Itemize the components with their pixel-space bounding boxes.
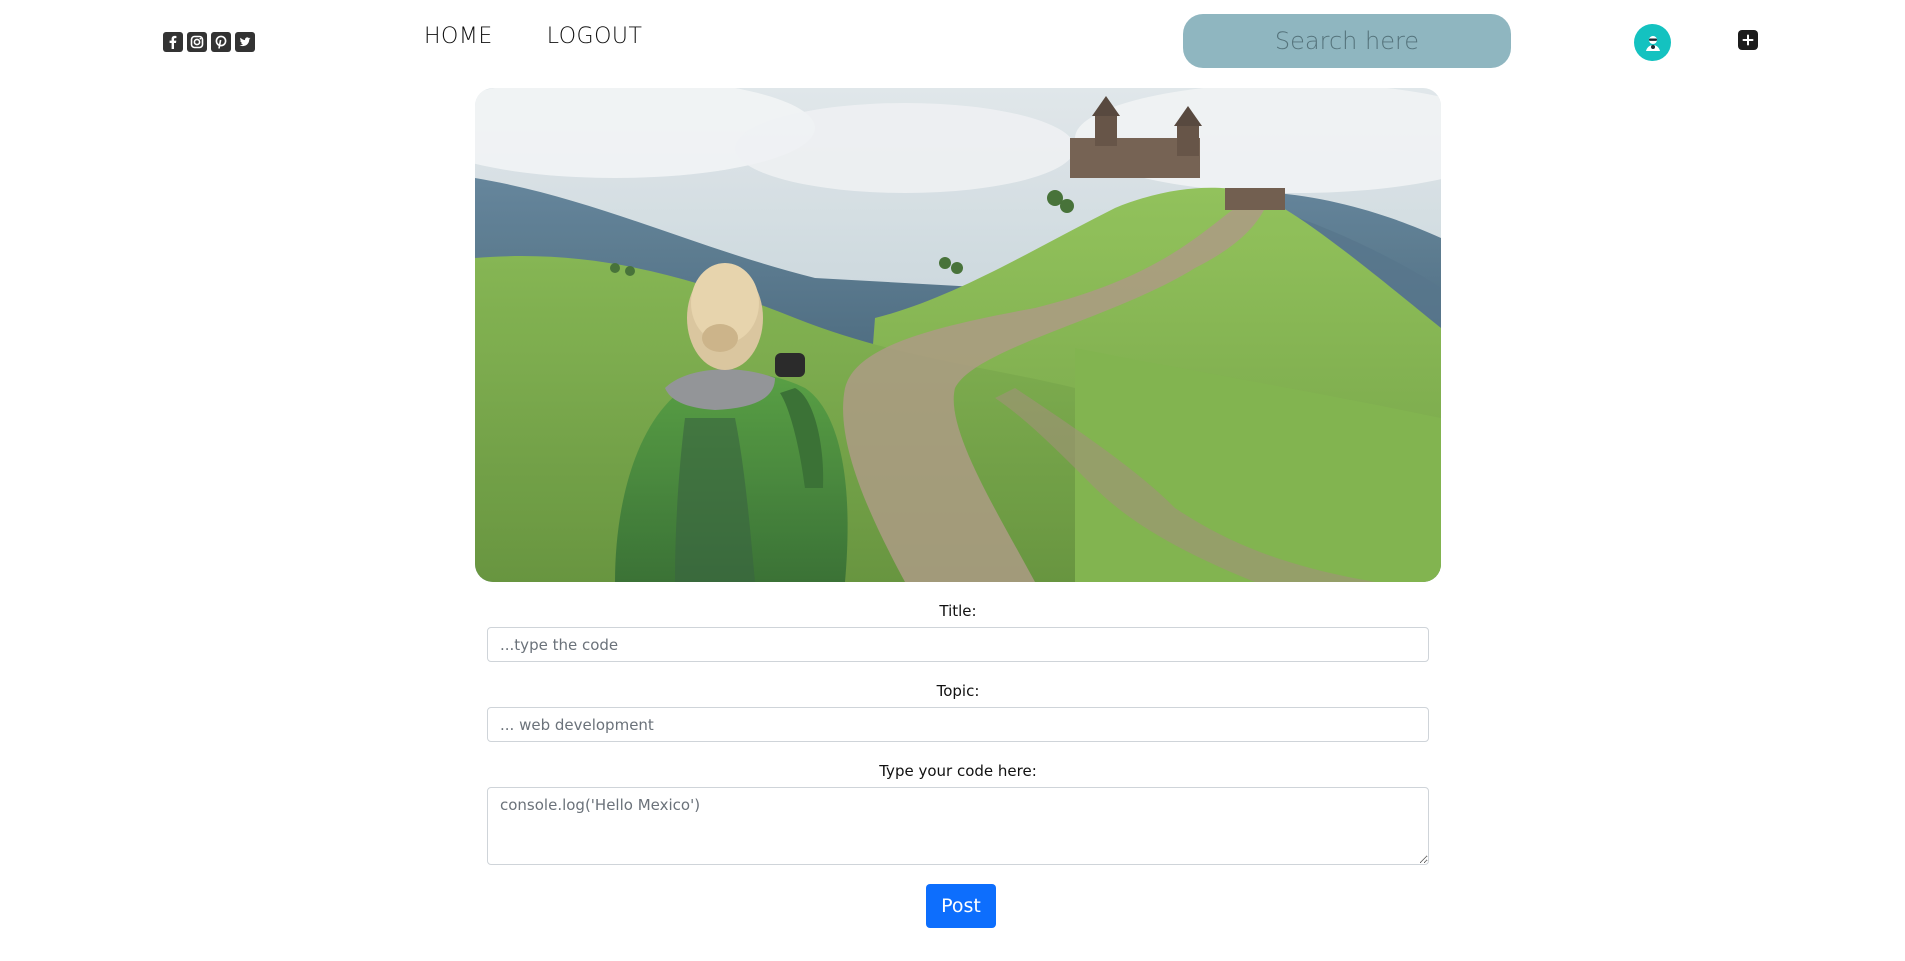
user-avatar-icon (1645, 35, 1660, 51)
title-label: Title: (939, 602, 977, 620)
code-textarea[interactable] (487, 787, 1429, 865)
add-post-button[interactable] (1738, 30, 1758, 50)
code-label: Type your code here: (879, 762, 1037, 780)
nav-home-link[interactable]: HOME (424, 24, 493, 49)
social-links (163, 32, 255, 52)
pinterest-icon[interactable] (211, 32, 231, 52)
main-nav: HOME LOGOUT (424, 24, 642, 49)
post-button[interactable]: Post (926, 884, 996, 928)
plus-icon (1742, 34, 1754, 46)
facebook-icon[interactable] (163, 32, 183, 52)
post-form: Title: Topic: Type your code here: (487, 600, 1429, 865)
topic-label: Topic: (936, 682, 980, 700)
title-input[interactable] (487, 627, 1429, 662)
hero-image (475, 88, 1441, 582)
nav-logout-link[interactable]: LOGOUT (547, 24, 643, 49)
top-navbar: HOME LOGOUT (0, 0, 1905, 82)
twitter-icon[interactable] (235, 32, 255, 52)
search-input[interactable] (1183, 14, 1511, 68)
instagram-icon[interactable] (187, 32, 207, 52)
avatar[interactable] (1634, 24, 1671, 61)
topic-input[interactable] (487, 707, 1429, 742)
